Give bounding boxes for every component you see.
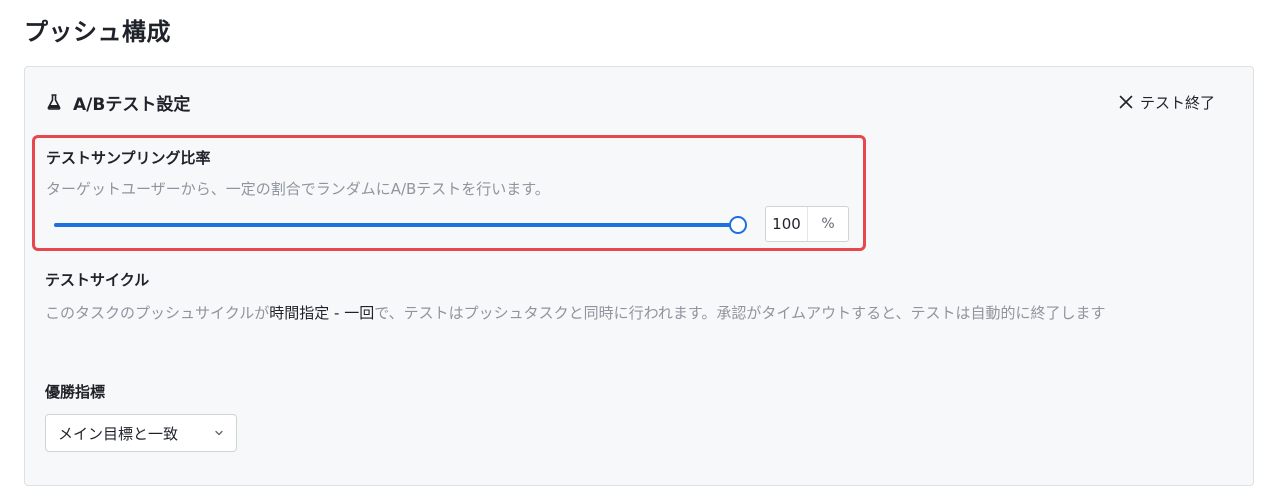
sampling-ratio-slider[interactable] <box>54 216 747 234</box>
winning-metric-section: 優勝指標 メイン目標と一致 <box>45 381 237 452</box>
test-cycle-description: このタスクのプッシュサイクルが時間指定 - 一回で、テストはプッシュタスクと同時… <box>45 300 1225 326</box>
close-icon <box>1119 95 1133 109</box>
panel-header: A/Bテスト設定 テスト終了 <box>45 89 1215 115</box>
end-test-label: テスト終了 <box>1139 93 1215 112</box>
sampling-ratio-input-group: % <box>765 206 849 242</box>
test-cycle-label: テストサイクル <box>45 271 150 289</box>
chevron-down-icon <box>214 428 224 438</box>
page-title: プッシュ構成 <box>24 18 171 46</box>
test-cycle-desc-after: で、テストはプッシュタスクと同時に行われます。承認がタイムアウトすると、テストは… <box>374 304 1106 322</box>
test-cycle-desc-before: このタスクのプッシュサイクルが <box>45 304 270 322</box>
test-cycle-schedule: 時間指定 - 一回 <box>269 304 375 322</box>
flask-icon <box>45 93 63 111</box>
slider-thumb[interactable] <box>729 216 747 234</box>
sampling-ratio-input[interactable] <box>766 207 808 241</box>
sampling-ratio-description: ターゲットユーザーから、一定の割合でランダムにA/Bテストを行います。 <box>46 180 550 198</box>
percent-unit: % <box>821 216 835 232</box>
test-cycle-section: テストサイクル このタスクのプッシュサイクルが時間指定 - 一回で、テストはプッ… <box>45 269 1225 326</box>
ab-test-settings-panel: A/Bテスト設定 テスト終了 テストサンプリング比率 ターゲットユーザーから、一… <box>24 66 1254 486</box>
sampling-ratio-section: テストサンプリング比率 ターゲットユーザーから、一定の割合でランダムにA/Bテス… <box>32 135 866 251</box>
panel-title: A/Bテスト設定 <box>73 94 191 115</box>
sampling-ratio-label: テストサンプリング比率 <box>46 149 211 167</box>
winning-metric-value: メイン目標と一致 <box>58 424 179 443</box>
end-test-button[interactable]: テスト終了 <box>1119 92 1215 113</box>
slider-fill <box>54 223 738 227</box>
panel-title-group: A/Bテスト設定 <box>45 90 190 115</box>
winning-metric-select[interactable]: メイン目標と一致 <box>45 414 237 452</box>
winning-metric-label: 優勝指標 <box>45 383 106 401</box>
